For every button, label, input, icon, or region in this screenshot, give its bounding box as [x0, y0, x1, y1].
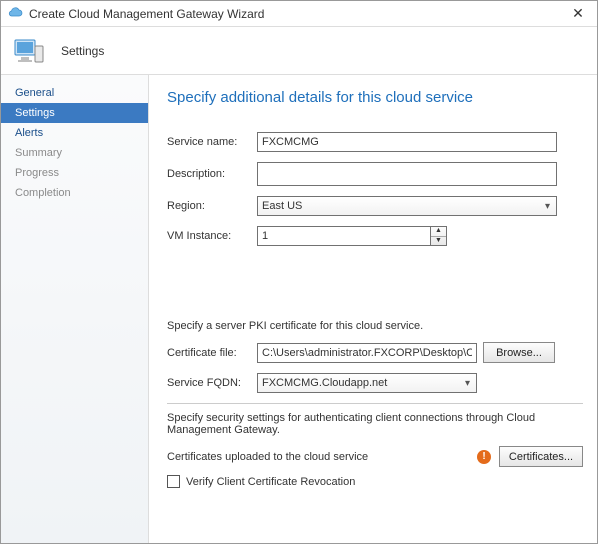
verify-revocation-row[interactable]: Verify Client Certificate Revocation	[167, 475, 583, 488]
computer-icon	[13, 34, 47, 68]
wizard-step-title: Settings	[61, 44, 104, 58]
titlebar: Create Cloud Management Gateway Wizard ✕	[1, 1, 597, 27]
pki-text: Specify a server PKI certificate for thi…	[167, 320, 583, 332]
wizard-main: Specify additional details for this clou…	[149, 75, 597, 543]
vm-instance-label: VM Instance:	[167, 230, 257, 242]
security-text: Specify security settings for authentica…	[167, 412, 583, 436]
divider	[167, 403, 583, 404]
spinner-down-icon[interactable]: ▼	[431, 237, 446, 246]
vm-instance-stepper[interactable]: ▲ ▼	[257, 226, 447, 246]
sidebar-item-completion[interactable]: Completion	[1, 183, 148, 203]
region-label: Region:	[167, 200, 257, 212]
region-select[interactable]: East US ▾	[257, 196, 557, 216]
cloud-icon	[7, 6, 23, 22]
close-button[interactable]: ✕	[563, 5, 593, 22]
wizard-header: Settings	[1, 27, 597, 75]
sidebar-item-settings[interactable]: Settings	[1, 103, 148, 123]
service-name-input[interactable]	[257, 132, 557, 152]
service-fqdn-select[interactable]: FXCMCMG.Cloudapp.net ▾	[257, 373, 477, 393]
browse-button[interactable]: Browse...	[483, 342, 555, 363]
certificate-file-input[interactable]	[257, 343, 477, 363]
certificates-uploaded-label: Certificates uploaded to the cloud servi…	[167, 451, 469, 463]
description-label: Description:	[167, 168, 257, 180]
service-name-label: Service name:	[167, 136, 257, 148]
vm-instance-input[interactable]	[257, 226, 431, 246]
warning-icon: !	[477, 450, 491, 464]
service-fqdn-value: FXCMCMG.Cloudapp.net	[262, 377, 387, 389]
region-value: East US	[262, 200, 302, 212]
spinner-up-icon[interactable]: ▲	[431, 227, 446, 237]
certificate-file-label: Certificate file:	[167, 347, 257, 359]
page-title: Specify additional details for this clou…	[167, 89, 583, 106]
sidebar-item-summary[interactable]: Summary	[1, 143, 148, 163]
certificates-button[interactable]: Certificates...	[499, 446, 583, 467]
sidebar-item-general[interactable]: General	[1, 83, 148, 103]
sidebar-item-alerts[interactable]: Alerts	[1, 123, 148, 143]
wizard-sidebar: General Settings Alerts Summary Progress…	[1, 75, 149, 543]
sidebar-item-progress[interactable]: Progress	[1, 163, 148, 183]
description-input[interactable]	[257, 162, 557, 186]
service-fqdn-label: Service FQDN:	[167, 377, 257, 389]
verify-revocation-label: Verify Client Certificate Revocation	[186, 476, 355, 488]
chevron-down-icon: ▾	[541, 201, 554, 212]
window-title: Create Cloud Management Gateway Wizard	[29, 7, 563, 21]
verify-revocation-checkbox[interactable]	[167, 475, 180, 488]
chevron-down-icon: ▾	[461, 378, 474, 389]
